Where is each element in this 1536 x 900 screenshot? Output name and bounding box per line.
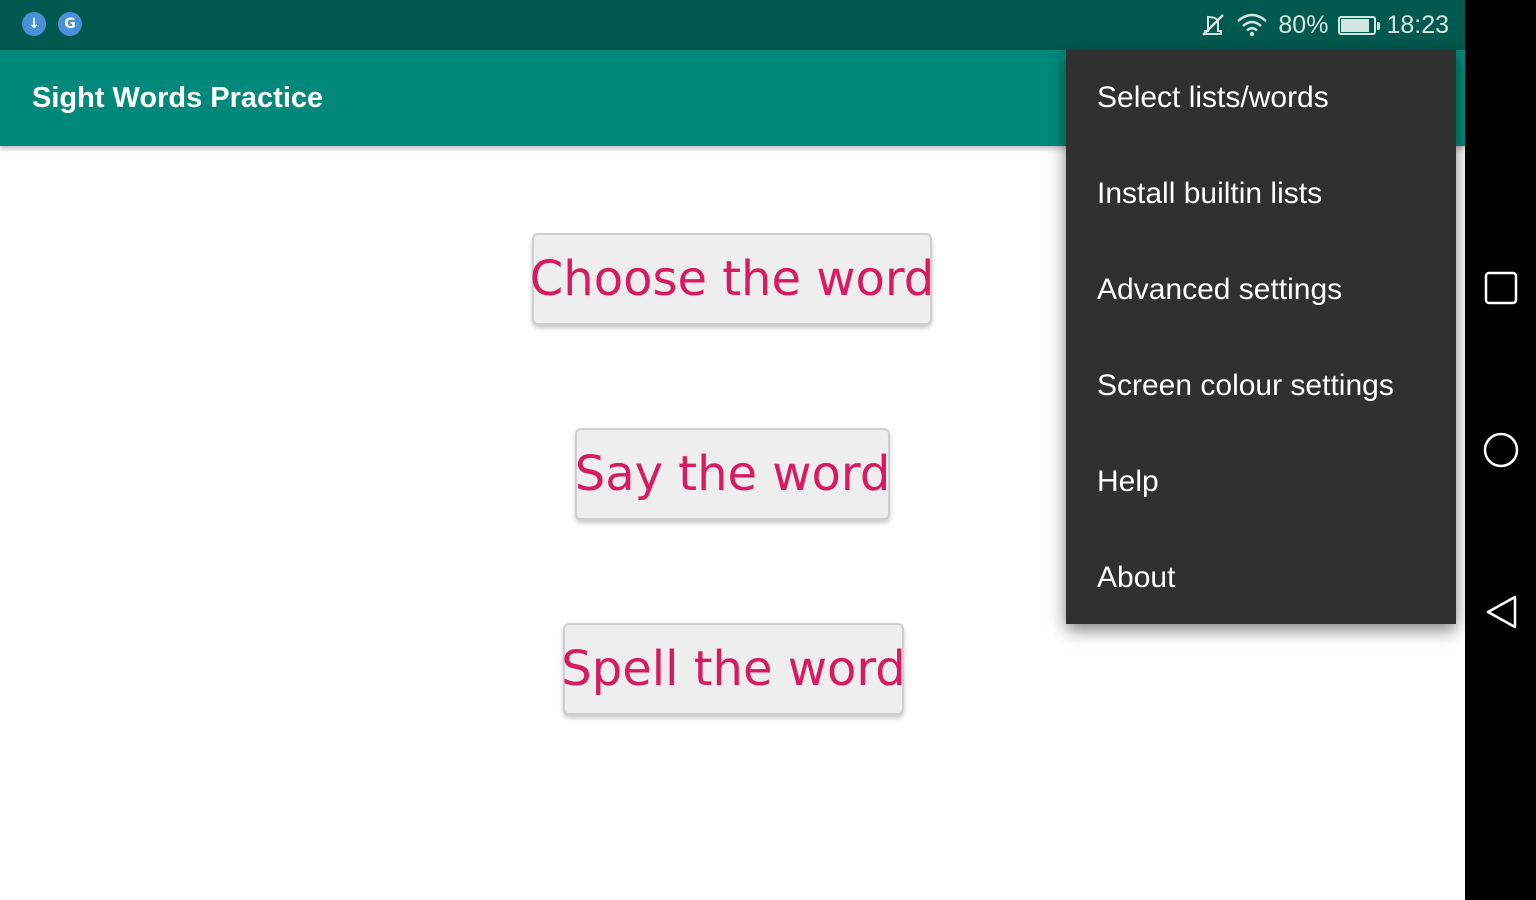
overflow-menu: Select lists/words Install builtin lists… [1066,50,1456,624]
mute-icon [1200,12,1226,38]
say-the-word-button[interactable]: Say the word [575,428,890,520]
spell-the-word-button[interactable]: Spell the word [561,623,906,715]
app-title: Sight Words Practice [32,82,324,114]
back-icon[interactable] [1483,594,1519,630]
menu-item-install-builtin-lists[interactable]: Install builtin lists [1066,146,1456,242]
home-icon[interactable] [1483,432,1519,468]
battery-level-fill [1341,18,1369,32]
status-bar: ↓ G 80% 18:23 [0,0,1465,50]
menu-item-advanced-settings[interactable]: Advanced settings [1066,242,1456,338]
menu-item-screen-colour-settings[interactable]: Screen colour settings [1066,338,1456,434]
notification-icons: ↓ G [22,12,82,36]
battery-icon [1338,15,1381,35]
navigation-bar [1465,0,1536,900]
clock: 18:23 [1386,10,1449,39]
app-screen: ↓ G 80% 18:23 Sight Words Practice Choos… [0,0,1465,900]
choose-the-word-button[interactable]: Choose the word [530,233,934,325]
battery-percentage: 80% [1278,10,1329,39]
sync-notification-icon: G [58,12,82,36]
wifi-icon [1236,13,1268,37]
menu-item-select-lists-words[interactable]: Select lists/words [1066,50,1456,146]
recents-icon[interactable] [1483,270,1519,306]
system-status: 80% 18:23 [1200,0,1449,50]
download-notification-icon: ↓ [22,12,46,36]
menu-item-help[interactable]: Help [1066,434,1456,530]
menu-item-about[interactable]: About [1066,530,1456,626]
